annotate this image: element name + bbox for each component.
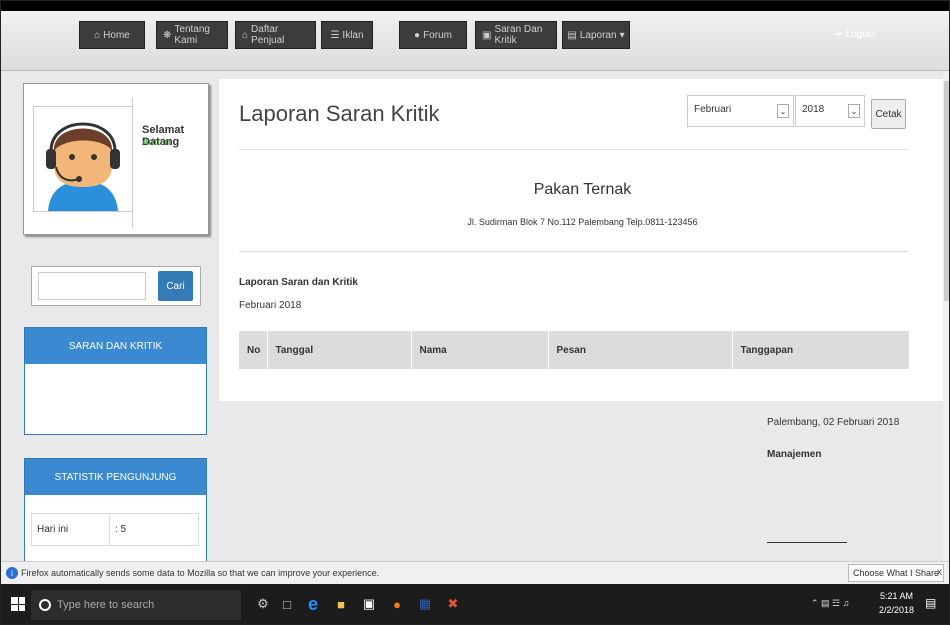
info-icon: i <box>6 567 18 579</box>
xampp-icon[interactable]: ✖ <box>443 594 463 614</box>
divider <box>239 251 909 252</box>
windows-taskbar: Type here to search ⚙ □ e ■ ▣ ● ▦ ✖ ⌃ ▤ … <box>1 584 949 624</box>
task-view-icon[interactable]: □ <box>277 594 297 614</box>
signature-line <box>767 542 847 543</box>
edge-icon[interactable]: e <box>303 594 323 614</box>
page-scrollbar[interactable] <box>943 71 949 561</box>
nav-saran-label: Saran Dan Kritik <box>494 24 543 46</box>
nav-iklan[interactable]: ☰ Iklan <box>321 21 373 49</box>
divider <box>239 149 909 150</box>
nav-saran-kritik[interactable]: ▣ Saran Dan Kritik <box>475 21 557 49</box>
saran-kritik-panel-title: SARAN DAN KRITIK <box>25 328 206 364</box>
table-icon: ▤ <box>567 29 577 41</box>
profile-divider <box>132 98 133 228</box>
windows-start-icon[interactable] <box>11 597 25 611</box>
company-address: Jl. Sudirman Blok 7 No.112 Palembang Tel… <box>467 217 698 227</box>
caret-down-icon: ▾ <box>619 29 625 41</box>
stat-label: Hari ini <box>31 513 110 546</box>
avatar <box>33 106 133 212</box>
user-role: Admin <box>142 137 171 148</box>
logout-icon: ➜ <box>834 29 843 40</box>
nav-iklan-label: Iklan <box>342 29 364 41</box>
chat-icon: ● <box>414 29 421 41</box>
file-explorer-icon[interactable]: ■ <box>331 594 351 614</box>
nav-daftar-penjual[interactable]: ⌂ Daftar Penjual <box>235 21 316 49</box>
support-agent-avatar-icon <box>34 107 132 211</box>
stat-table: Hari ini : 5 <box>31 513 199 546</box>
chevron-down-icon: ⌄ <box>777 104 789 118</box>
nav-forum[interactable]: ● Forum <box>399 21 467 49</box>
gear-icon: ❋ <box>163 29 172 41</box>
window-top-strip <box>1 1 949 11</box>
choose-what-i-share-button[interactable]: Choose What I Share <box>848 564 945 582</box>
year-select-value: 2018 <box>802 104 825 115</box>
nav-laporan-label: Laporan <box>579 29 617 41</box>
cortana-icon <box>39 599 51 611</box>
taskbar-clock[interactable]: 5:21 AM 2/2/2018 <box>879 589 914 617</box>
book-icon: ▣ <box>482 29 492 41</box>
logout-link[interactable]: ➜ Logout <box>834 29 876 40</box>
microphone-icon[interactable]: ⚙ <box>253 594 273 614</box>
report-title: Laporan Saran dan Kritik <box>239 277 358 288</box>
clock-time: 5:21 AM <box>880 591 914 601</box>
nav-daftar-label: Daftar Penjual <box>251 24 285 46</box>
report-table: No Tanggal Nama Pesan Tanggapan <box>239 331 910 369</box>
logout-label: Logout <box>845 29 876 40</box>
word-icon[interactable]: ▦ <box>415 594 435 614</box>
month-select[interactable]: Februari ⌄ <box>687 95 794 127</box>
table-header-row: No Tanggal Nama Pesan Tanggapan <box>239 331 910 369</box>
saran-kritik-panel: SARAN DAN KRITIK <box>24 327 207 435</box>
month-select-value: Februari <box>694 104 732 115</box>
page-title: Laporan Saran Kritik <box>239 101 440 126</box>
home-icon: ⌂ <box>242 29 249 41</box>
firefox-notification-bar: i Firefox automatically sends some data … <box>1 561 949 584</box>
sidebar: Selamat Datang Admin Cari SARAN DAN KRIT… <box>1 71 216 568</box>
column-header-no: No <box>239 331 268 369</box>
taskbar-search-placeholder: Type here to search <box>57 599 155 611</box>
nav-tentang[interactable]: ❋ Tentang Kami <box>156 21 228 49</box>
action-center-icon[interactable]: ▤ <box>925 596 941 612</box>
top-navbar: ⌂ Home ❋ Tentang Kami ⌂ Daftar Penjual ☰… <box>1 1 949 71</box>
nav-home[interactable]: ⌂ Home <box>79 21 145 49</box>
column-header-nama: Nama <box>411 331 549 369</box>
system-tray[interactable]: ⌃ ▤ ☲ ♫ <box>811 598 849 609</box>
nav-laporan[interactable]: ▤ Laporan ▾ <box>562 21 630 49</box>
column-header-tanggal: Tanggal <box>267 331 412 369</box>
sidebar-search: Cari <box>31 266 201 306</box>
stat-row: Hari ini : 5 <box>31 513 199 546</box>
search-button[interactable]: Cari <box>158 271 193 301</box>
nav-home-label: Home <box>103 29 130 41</box>
year-select[interactable]: 2018 ⌄ <box>795 95 865 127</box>
taskbar-search[interactable]: Type here to search <box>31 590 241 620</box>
signature-place-date: Palembang, 02 Februari 2018 <box>767 417 900 428</box>
print-button[interactable]: Cetak <box>871 99 906 129</box>
clock-date: 2/2/2018 <box>879 605 915 615</box>
profile-card: Selamat Datang Admin <box>23 83 209 235</box>
search-input[interactable] <box>38 272 146 300</box>
home-icon: ⌂ <box>94 29 101 41</box>
nav-tentang-label: Tentang Kami <box>174 24 210 46</box>
close-icon[interactable]: x <box>937 567 942 578</box>
notification-text: Firefox automatically sends some data to… <box>21 568 380 578</box>
report-period: Februari 2018 <box>239 300 302 311</box>
column-header-tanggapan: Tanggapan <box>732 331 910 369</box>
report-content: Laporan Saran Kritik Februari ⌄ 2018 ⌄ C… <box>219 79 946 401</box>
nav-forum-label: Forum <box>423 29 452 41</box>
statistik-panel: STATISTIK PENGUNJUNG Hari ini : 5 <box>24 458 207 568</box>
column-header-pesan: Pesan <box>548 331 733 369</box>
firefox-icon[interactable]: ● <box>387 594 407 614</box>
chevron-down-icon: ⌄ <box>848 104 860 118</box>
company-name: Pakan Ternak <box>533 181 632 198</box>
statistik-panel-title: STATISTIK PENGUNJUNG <box>25 459 206 495</box>
store-icon[interactable]: ▣ <box>359 594 379 614</box>
stat-value: : 5 <box>109 513 199 546</box>
browser-window: ⌂ Home ❋ Tentang Kami ⌂ Daftar Penjual ☰… <box>0 0 950 625</box>
cart-icon: ☰ <box>330 29 340 41</box>
scrollbar-thumb[interactable] <box>944 81 949 301</box>
signature-role: Manajemen <box>767 449 822 460</box>
